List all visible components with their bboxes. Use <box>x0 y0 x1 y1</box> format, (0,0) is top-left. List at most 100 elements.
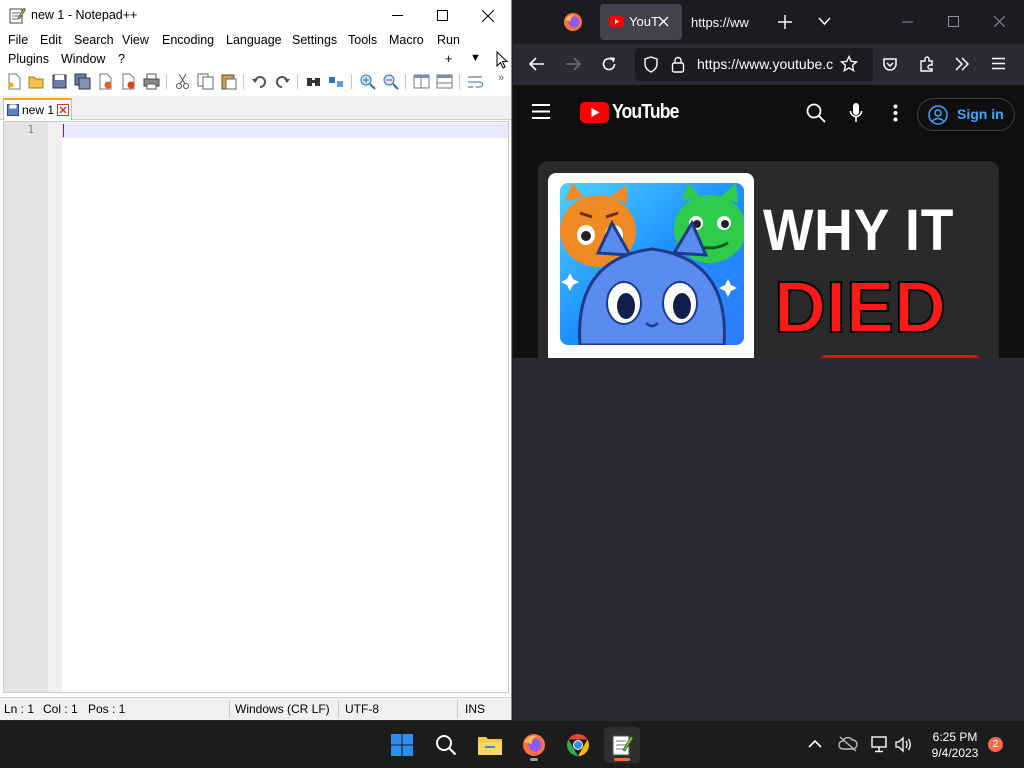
text-caret <box>63 124 64 137</box>
minimize-button[interactable] <box>374 0 420 31</box>
menu-tools[interactable]: Tools <box>348 33 377 47</box>
find-icon[interactable] <box>305 73 322 90</box>
print-icon[interactable] <box>143 73 160 90</box>
lock-icon[interactable] <box>671 56 685 73</box>
onedrive-offline-icon[interactable] <box>838 736 858 752</box>
system-clock[interactable]: 6:25 PM 9/4/2023 <box>918 729 992 761</box>
open-file-icon[interactable] <box>28 73 45 90</box>
cut-icon[interactable] <box>174 73 191 90</box>
notepad-toolbar: » <box>0 70 511 94</box>
tab-youtube[interactable]: YouT <box>600 4 682 40</box>
status-insert-mode[interactable]: INS <box>465 702 485 716</box>
bookmark-star-icon[interactable] <box>840 55 858 73</box>
sync-horizontal-icon[interactable] <box>436 73 453 90</box>
maximize-button[interactable] <box>419 0 465 31</box>
taskbar-search-button[interactable] <box>428 727 464 763</box>
firefox-minimize-icon[interactable] <box>902 21 913 23</box>
menu-edit[interactable]: Edit <box>40 33 62 47</box>
redo-icon[interactable] <box>274 73 291 90</box>
fold-margin <box>48 122 62 692</box>
firefox-close-icon[interactable] <box>994 16 1005 27</box>
menu-file[interactable]: File <box>8 33 28 47</box>
extensions-icon[interactable] <box>918 55 936 73</box>
menu-encoding[interactable]: Encoding <box>162 33 214 47</box>
menu-macro[interactable]: Macro <box>389 33 424 47</box>
undo-icon[interactable] <box>251 73 268 90</box>
notepad-taskbar-button[interactable] <box>604 727 640 763</box>
active-indicator <box>614 758 630 761</box>
copy-icon[interactable] <box>197 73 214 90</box>
more-tools-chevrons-icon[interactable] <box>955 57 970 71</box>
menu-help[interactable]: ? <box>118 52 125 66</box>
word-wrap-icon[interactable] <box>467 73 484 90</box>
chrome-taskbar-button[interactable] <box>560 727 596 763</box>
save-state-icon <box>7 104 19 116</box>
more-options-icon[interactable] <box>893 104 898 122</box>
notepad-title-bar[interactable]: new 1 - Notepad++ <box>0 0 511 31</box>
menu-plugins[interactable]: Plugins <box>8 52 49 66</box>
minimize-icon <box>391 15 403 16</box>
tab-close-icon[interactable] <box>658 16 669 27</box>
menu-window[interactable]: Window <box>61 52 105 66</box>
notepad-app-icon <box>9 7 26 24</box>
url-bar[interactable]: https://www.youtube.c <box>635 48 873 81</box>
youtube-logo-icon[interactable] <box>580 102 609 123</box>
close-file-icon[interactable] <box>97 73 114 90</box>
sync-vertical-icon[interactable] <box>413 73 430 90</box>
close-button[interactable] <box>465 0 511 31</box>
tab-close-icon[interactable] <box>57 104 69 116</box>
tab-second-title[interactable]: https://ww <box>691 15 749 30</box>
text-editor[interactable]: 1 <box>3 121 509 693</box>
zoom-in-icon[interactable] <box>359 73 376 90</box>
file-explorer-button[interactable] <box>472 727 508 763</box>
tab-label: new 1 <box>22 103 55 117</box>
zoom-out-icon[interactable] <box>382 73 399 90</box>
status-line: Ln : 1 <box>4 702 35 716</box>
microphone-icon[interactable] <box>849 102 863 124</box>
menu-search[interactable]: Search <box>74 33 114 47</box>
status-encoding[interactable]: UTF-8 <box>345 702 379 716</box>
paste-icon[interactable] <box>220 73 237 90</box>
firefox-maximize-icon[interactable] <box>948 16 959 27</box>
save-all-icon[interactable] <box>74 73 91 90</box>
unloaded-page-area <box>513 358 1024 720</box>
list-all-tabs-icon[interactable] <box>818 16 831 26</box>
menu-run[interactable]: Run <box>437 33 460 47</box>
forward-arrow-icon[interactable] <box>565 57 581 71</box>
youtube-menu-icon[interactable] <box>532 104 550 119</box>
thumbnail-headline-line-1: WHY IT <box>763 198 955 263</box>
video-thumbnail[interactable]: WHY IT DIED <box>538 161 999 361</box>
tab-list-dropdown[interactable]: ▼ <box>470 52 481 64</box>
close-all-icon[interactable] <box>120 73 137 90</box>
replace-icon[interactable] <box>328 73 345 90</box>
show-hidden-icons-chevron-icon[interactable] <box>808 739 822 749</box>
notification-badge[interactable]: 2 <box>988 737 1003 752</box>
tracking-protection-shield-icon[interactable] <box>643 56 659 73</box>
network-icon[interactable] <box>871 736 889 753</box>
volume-icon[interactable] <box>895 736 913 753</box>
new-tab-plus-icon[interactable] <box>778 15 792 29</box>
new-file-icon[interactable] <box>6 73 23 90</box>
url-text[interactable]: https://www.youtube.c <box>697 56 833 72</box>
youtube-brand-text[interactable]: YouTube <box>612 101 679 124</box>
application-menu-icon[interactable] <box>991 57 1006 70</box>
toolbar-overflow-icon[interactable]: » <box>498 72 504 84</box>
search-icon[interactable] <box>806 103 826 123</box>
tab-new-1[interactable]: new 1 <box>3 98 72 120</box>
menu-settings[interactable]: Settings <box>292 33 337 47</box>
firefox-taskbar-button[interactable] <box>516 727 552 763</box>
back-arrow-icon[interactable] <box>529 57 545 71</box>
mouse-cursor-icon <box>496 51 509 69</box>
new-tab-plus-button[interactable]: + <box>445 52 452 66</box>
thumbnail-game-card <box>548 173 754 361</box>
menu-language[interactable]: Language <box>226 33 282 47</box>
firefox-view-icon[interactable] <box>563 12 583 32</box>
save-icon[interactable] <box>51 73 68 90</box>
sign-in-button[interactable]: Sign in <box>917 98 1015 131</box>
reload-icon[interactable] <box>601 56 617 72</box>
menu-view[interactable]: View <box>122 33 149 47</box>
pocket-icon[interactable] <box>882 56 898 72</box>
status-eol[interactable]: Windows (CR LF) <box>235 702 330 716</box>
start-button[interactable] <box>384 727 420 763</box>
notepad-status-bar: Ln : 1 Col : 1 Pos : 1 Windows (CR LF) U… <box>0 697 511 720</box>
